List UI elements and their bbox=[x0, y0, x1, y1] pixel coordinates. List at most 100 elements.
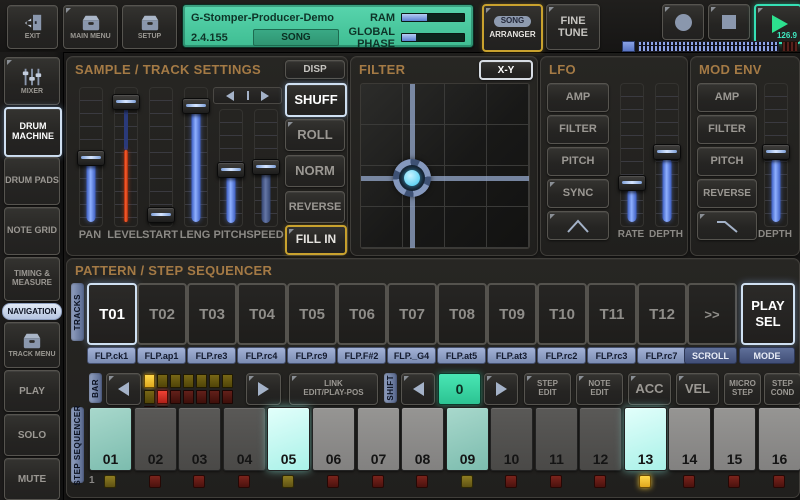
step-14[interactable]: 14 bbox=[668, 407, 711, 471]
roll-button[interactable]: ROLL bbox=[285, 119, 345, 151]
sidebar-item-drum-pads[interactable]: DRUM PADS bbox=[4, 157, 60, 205]
sidebar-item-mute[interactable]: MUTE bbox=[4, 458, 60, 500]
sidebar-item-play[interactable]: PLAY bbox=[4, 370, 60, 412]
exit-button[interactable]: EXIT bbox=[7, 5, 58, 49]
modenv-filter-button[interactable]: FILTER bbox=[697, 115, 757, 144]
micro-step-button[interactable]: MICRO STEP bbox=[724, 373, 761, 405]
filter-xy-pad[interactable] bbox=[360, 83, 530, 249]
track-button-t12[interactable]: T12 bbox=[637, 283, 687, 345]
track-button-t04[interactable]: T04 bbox=[237, 283, 287, 345]
setup-button[interactable]: SETUP bbox=[122, 5, 177, 49]
sidebar-item-drum-machine[interactable]: DRUM MACHINE bbox=[4, 107, 62, 157]
vel-button[interactable]: VEL bbox=[676, 373, 719, 405]
mode-display[interactable]: SONG bbox=[253, 29, 339, 46]
bar-next-button[interactable] bbox=[246, 373, 281, 405]
lfo-waveform-button[interactable] bbox=[547, 211, 609, 240]
track-button-t08[interactable]: T08 bbox=[437, 283, 487, 345]
step-08[interactable]: 08 bbox=[401, 407, 444, 471]
step-13[interactable]: 13 bbox=[624, 407, 667, 471]
step-01[interactable]: 01 bbox=[89, 407, 132, 471]
track-button-t01[interactable]: T01 bbox=[87, 283, 137, 345]
step-16[interactable]: 16 bbox=[758, 407, 800, 471]
modenv-amp-button[interactable]: AMP bbox=[697, 83, 757, 112]
step-12[interactable]: 12 bbox=[579, 407, 622, 471]
step-04[interactable]: 04 bbox=[223, 407, 266, 471]
fine-tune-button[interactable]: FINE TUNE bbox=[546, 4, 600, 50]
step-15[interactable]: 15 bbox=[713, 407, 756, 471]
link-edit-play-pos-button[interactable]: LINK EDIT/PLAY-POS bbox=[289, 373, 378, 405]
step-02[interactable]: 02 bbox=[134, 407, 177, 471]
track-sample-t07[interactable]: FLP._G4 bbox=[387, 347, 436, 364]
track-sample-t01[interactable]: FLP.ck1 bbox=[87, 347, 136, 364]
acc-button[interactable]: ACC bbox=[628, 373, 671, 405]
track-sample-t12[interactable]: FLP.rc7 bbox=[637, 347, 686, 364]
track-button-t02[interactable]: T02 bbox=[137, 283, 187, 345]
step-09[interactable]: 09 bbox=[446, 407, 489, 471]
track-button-t06[interactable]: T06 bbox=[337, 283, 387, 345]
play-button[interactable]: 126.9 bbox=[754, 4, 800, 44]
shift-left-button[interactable] bbox=[401, 373, 435, 405]
step-cond-button[interactable]: STEP COND bbox=[764, 373, 800, 405]
step-05[interactable]: 05 bbox=[267, 407, 310, 471]
shift-right-button[interactable] bbox=[484, 373, 518, 405]
track-sample-t09[interactable]: FLP.at3 bbox=[487, 347, 536, 364]
sidebar-item-timing-measure[interactable]: TIMING & MEASURE bbox=[4, 257, 60, 301]
song-arranger-button[interactable]: SONG ARRANGER bbox=[482, 4, 543, 52]
track-button-t07[interactable]: T07 bbox=[387, 283, 437, 345]
note-edit-button[interactable]: NOTE EDIT bbox=[576, 373, 623, 405]
track-sample-t03[interactable]: FLP.re3 bbox=[187, 347, 236, 364]
track-sample-t04[interactable]: FLP.rc4 bbox=[237, 347, 286, 364]
play-sel-mode-button[interactable]: PLAY SEL bbox=[741, 283, 795, 345]
step-06[interactable]: 06 bbox=[312, 407, 355, 471]
xy-handle[interactable] bbox=[393, 159, 431, 197]
track-sample-t08[interactable]: FLP.at5 bbox=[437, 347, 486, 364]
track-sample-t02[interactable]: FLP.ap1 bbox=[137, 347, 186, 364]
modenv-pitch-button[interactable]: PITCH bbox=[697, 147, 757, 176]
bar-grid[interactable] bbox=[144, 374, 237, 402]
modenv-reverse-button[interactable]: REVERSE bbox=[697, 179, 757, 208]
track-scroll-button[interactable]: >> bbox=[687, 283, 737, 345]
bar-prev-button[interactable] bbox=[106, 373, 141, 405]
track-button-t03[interactable]: T03 bbox=[187, 283, 237, 345]
track-sample-t10[interactable]: FLP.rc2 bbox=[537, 347, 586, 364]
record-button[interactable] bbox=[662, 4, 704, 40]
stop-button[interactable] bbox=[708, 4, 750, 40]
step-07[interactable]: 07 bbox=[357, 407, 400, 471]
leng-slider[interactable] bbox=[184, 87, 208, 227]
start-slider[interactable] bbox=[149, 87, 173, 227]
main-menu-button[interactable]: MAIN MENU bbox=[63, 5, 118, 49]
xy-mode-button[interactable]: X-Y bbox=[479, 60, 533, 80]
lfo-sync-button[interactable]: SYNC bbox=[547, 179, 609, 208]
lfo-depth-slider[interactable] bbox=[655, 83, 679, 227]
disp-button[interactable]: DISP bbox=[285, 60, 345, 79]
step-10[interactable]: 10 bbox=[490, 407, 533, 471]
track-sample-t05[interactable]: FLP.rc9 bbox=[287, 347, 336, 364]
speed-slider[interactable] bbox=[254, 109, 278, 227]
track-button-t05[interactable]: T05 bbox=[287, 283, 337, 345]
pan-slider[interactable] bbox=[79, 87, 103, 227]
reverse-button[interactable]: REVERSE bbox=[285, 191, 345, 223]
track-sample-t06[interactable]: FLP.F#2 bbox=[337, 347, 386, 364]
sidebar-item-solo[interactable]: SOLO bbox=[4, 414, 60, 456]
level-slider[interactable] bbox=[114, 87, 138, 227]
shuff-button[interactable]: SHUFF bbox=[285, 83, 347, 117]
sidebar-item-note-grid[interactable]: NOTE GRID bbox=[4, 207, 60, 255]
norm-button[interactable]: NORM bbox=[285, 155, 345, 187]
track-sample-t11[interactable]: FLP.rc3 bbox=[587, 347, 636, 364]
sidebar-item-track-menu[interactable]: TRACK MENU bbox=[4, 322, 60, 368]
lfo-pitch-button[interactable]: PITCH bbox=[547, 147, 609, 176]
lfo-filter-button[interactable]: FILTER bbox=[547, 115, 609, 144]
track-button-t11[interactable]: T11 bbox=[587, 283, 637, 345]
sidebar-item-mixer[interactable]: MIXER bbox=[4, 57, 60, 105]
modenv-depth-slider[interactable] bbox=[764, 83, 788, 227]
track-button-t10[interactable]: T10 bbox=[537, 283, 587, 345]
fill-in-button[interactable]: FILL IN bbox=[285, 225, 347, 255]
step-edit-button[interactable]: STEP EDIT bbox=[524, 373, 571, 405]
modenv-envelope-button[interactable] bbox=[697, 211, 757, 240]
track-button-t09[interactable]: T09 bbox=[487, 283, 537, 345]
step-03[interactable]: 03 bbox=[178, 407, 221, 471]
lfo-rate-slider[interactable] bbox=[620, 83, 644, 227]
pitch-slider[interactable] bbox=[219, 109, 243, 227]
sample-select-arrows[interactable] bbox=[213, 87, 282, 104]
step-11[interactable]: 11 bbox=[535, 407, 578, 471]
